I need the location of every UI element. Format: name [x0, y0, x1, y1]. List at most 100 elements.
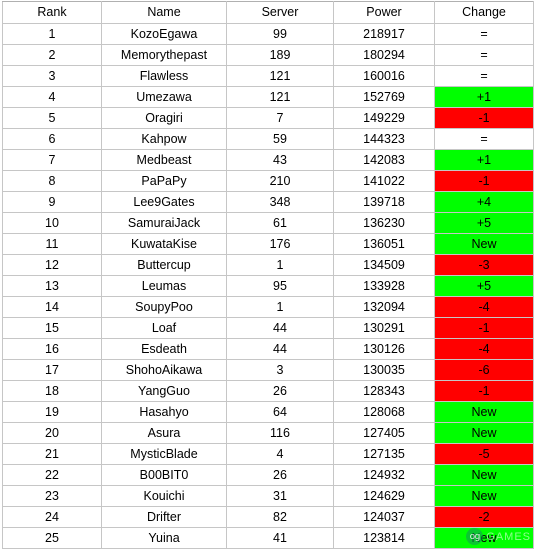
table-row[interactable]: 24Drifter82124037-2	[3, 507, 534, 528]
cell-rank: 25	[3, 528, 102, 549]
table-row[interactable]: 6Kahpow59144323=	[3, 129, 534, 150]
cell-server: 26	[227, 381, 334, 402]
cell-name: Flawless	[102, 66, 227, 87]
cell-server: 1	[227, 297, 334, 318]
table-row[interactable]: 2Memorythepast189180294=	[3, 45, 534, 66]
table-header-row: Rank Name Server Power Change	[3, 2, 534, 24]
cell-change: -2	[435, 507, 534, 528]
cell-server: 4	[227, 444, 334, 465]
cell-rank: 5	[3, 108, 102, 129]
cell-rank: 1	[3, 24, 102, 45]
ranking-table-container: Rank Name Server Power Change 1KozoEgawa…	[2, 1, 533, 549]
cell-name: Drifter	[102, 507, 227, 528]
cell-name: Oragiri	[102, 108, 227, 129]
cell-server: 116	[227, 423, 334, 444]
cell-name: Buttercup	[102, 255, 227, 276]
cell-name: Hasahyo	[102, 402, 227, 423]
cell-name: KozoEgawa	[102, 24, 227, 45]
cell-name: SoupyPoo	[102, 297, 227, 318]
cell-server: 1	[227, 255, 334, 276]
column-header-change[interactable]: Change	[435, 2, 534, 24]
cell-name: Lee9Gates	[102, 192, 227, 213]
cell-change: -1	[435, 381, 534, 402]
column-header-server[interactable]: Server	[227, 2, 334, 24]
cell-power: 128343	[334, 381, 435, 402]
table-row[interactable]: 1KozoEgawa99218917=	[3, 24, 534, 45]
cell-change: =	[435, 66, 534, 87]
cell-rank: 23	[3, 486, 102, 507]
table-row[interactable]: 9Lee9Gates348139718+4	[3, 192, 534, 213]
cell-server: 61	[227, 213, 334, 234]
table-row[interactable]: 13Leumas95133928+5	[3, 276, 534, 297]
table-row[interactable]: 17ShohoAikawa3130035-6	[3, 360, 534, 381]
cell-power: 123814	[334, 528, 435, 549]
cell-power: 180294	[334, 45, 435, 66]
table-row[interactable]: 12Buttercup1134509-3	[3, 255, 534, 276]
cell-rank: 2	[3, 45, 102, 66]
cell-change: -5	[435, 444, 534, 465]
cell-server: 189	[227, 45, 334, 66]
cell-change: +5	[435, 276, 534, 297]
cell-rank: 3	[3, 66, 102, 87]
cell-rank: 22	[3, 465, 102, 486]
cell-name: Yuina	[102, 528, 227, 549]
cell-rank: 13	[3, 276, 102, 297]
table-row[interactable]: 14SoupyPoo1132094-4	[3, 297, 534, 318]
cell-name: Esdeath	[102, 339, 227, 360]
cell-name: MysticBlade	[102, 444, 227, 465]
cell-server: 348	[227, 192, 334, 213]
cell-server: 3	[227, 360, 334, 381]
cell-rank: 14	[3, 297, 102, 318]
cell-server: 176	[227, 234, 334, 255]
cell-change: -4	[435, 339, 534, 360]
table-row[interactable]: 23Kouichi31124629New	[3, 486, 534, 507]
table-row[interactable]: 3Flawless121160016=	[3, 66, 534, 87]
cell-name: YangGuo	[102, 381, 227, 402]
table-row[interactable]: 5Oragiri7149229-1	[3, 108, 534, 129]
cell-power: 142083	[334, 150, 435, 171]
cell-rank: 24	[3, 507, 102, 528]
table-row[interactable]: 19Hasahyo64128068New	[3, 402, 534, 423]
cell-change: New	[435, 465, 534, 486]
cell-name: SamuraiJack	[102, 213, 227, 234]
cell-power: 152769	[334, 87, 435, 108]
cell-name: Asura	[102, 423, 227, 444]
cell-power: 134509	[334, 255, 435, 276]
cell-change: -6	[435, 360, 534, 381]
cell-rank: 6	[3, 129, 102, 150]
cell-server: 99	[227, 24, 334, 45]
cell-rank: 18	[3, 381, 102, 402]
cell-rank: 16	[3, 339, 102, 360]
cell-name: Leumas	[102, 276, 227, 297]
table-row[interactable]: 15Loaf44130291-1	[3, 318, 534, 339]
cell-change: +1	[435, 150, 534, 171]
table-row[interactable]: 11KuwataKise176136051New	[3, 234, 534, 255]
cell-name: Loaf	[102, 318, 227, 339]
table-body: 1KozoEgawa99218917=2Memorythepast1891802…	[3, 24, 534, 549]
table-row[interactable]: 7Medbeast43142083+1	[3, 150, 534, 171]
cell-power: 124629	[334, 486, 435, 507]
table-row[interactable]: 21MysticBlade4127135-5	[3, 444, 534, 465]
table-row[interactable]: 10SamuraiJack61136230+5	[3, 213, 534, 234]
cell-server: 41	[227, 528, 334, 549]
table-row[interactable]: 8PaPaPy210141022-1	[3, 171, 534, 192]
cell-server: 82	[227, 507, 334, 528]
table-row[interactable]: 16Esdeath44130126-4	[3, 339, 534, 360]
table-row[interactable]: 25Yuina41123814New	[3, 528, 534, 549]
table-row[interactable]: 18YangGuo26128343-1	[3, 381, 534, 402]
table-row[interactable]: 20Asura116127405New	[3, 423, 534, 444]
cell-name: KuwataKise	[102, 234, 227, 255]
table-row[interactable]: 22B00BIT026124932New	[3, 465, 534, 486]
column-header-name[interactable]: Name	[102, 2, 227, 24]
cell-power: 127405	[334, 423, 435, 444]
cell-rank: 9	[3, 192, 102, 213]
table-row[interactable]: 4Umezawa121152769+1	[3, 87, 534, 108]
cell-power: 124932	[334, 465, 435, 486]
column-header-power[interactable]: Power	[334, 2, 435, 24]
cell-change: New	[435, 528, 534, 549]
cell-server: 59	[227, 129, 334, 150]
cell-rank: 7	[3, 150, 102, 171]
column-header-rank[interactable]: Rank	[3, 2, 102, 24]
cell-change: -3	[435, 255, 534, 276]
cell-rank: 10	[3, 213, 102, 234]
